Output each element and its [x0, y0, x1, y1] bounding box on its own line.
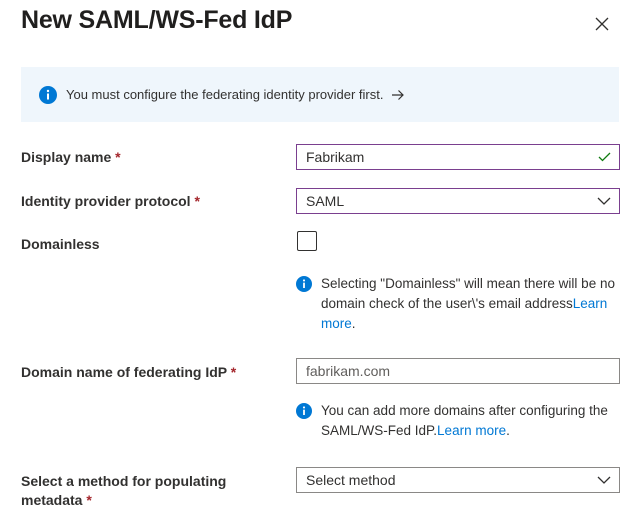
- metadata-label: Select a method for populating metadata …: [21, 473, 227, 508]
- domainless-checkbox[interactable]: [297, 231, 317, 251]
- close-button[interactable]: [590, 12, 614, 36]
- domain-name-label: Domain name of federating IdP *: [21, 364, 237, 380]
- info-icon: [39, 85, 57, 104]
- protocol-dropdown[interactable]: SAML: [296, 188, 620, 214]
- info-icon: [296, 276, 312, 292]
- domain-name-input[interactable]: fabrikam.com: [296, 358, 620, 384]
- domainless-label: Domainless: [21, 236, 100, 252]
- banner-arrow-button[interactable]: [391, 89, 405, 101]
- required-mark: *: [230, 364, 237, 380]
- required-mark: *: [194, 193, 200, 209]
- close-icon: [595, 17, 609, 31]
- page-title: New SAML/WS-Fed IdP: [21, 6, 293, 34]
- chevron-down-icon: [597, 476, 611, 484]
- banner-text: You must configure the federating identi…: [66, 87, 384, 102]
- metadata-method-dropdown[interactable]: Select method: [296, 467, 620, 493]
- required-mark: *: [115, 149, 121, 165]
- info-icon: [296, 403, 312, 419]
- arrow-right-icon: [392, 89, 405, 100]
- display-name-label: Display name *: [21, 149, 121, 165]
- display-name-input[interactable]: Fabrikam: [296, 144, 620, 170]
- domain-note: You can add more domains after configuri…: [296, 401, 616, 441]
- checkmark-icon: [598, 152, 611, 162]
- chevron-down-icon: [597, 197, 611, 205]
- domain-learn-more-link[interactable]: Learn more: [437, 423, 506, 438]
- info-banner: You must configure the federating identi…: [21, 67, 619, 122]
- required-mark: *: [86, 492, 92, 508]
- protocol-label: Identity provider protocol *: [21, 193, 200, 209]
- domainless-note: Selecting "Domainless" will mean there w…: [296, 274, 616, 334]
